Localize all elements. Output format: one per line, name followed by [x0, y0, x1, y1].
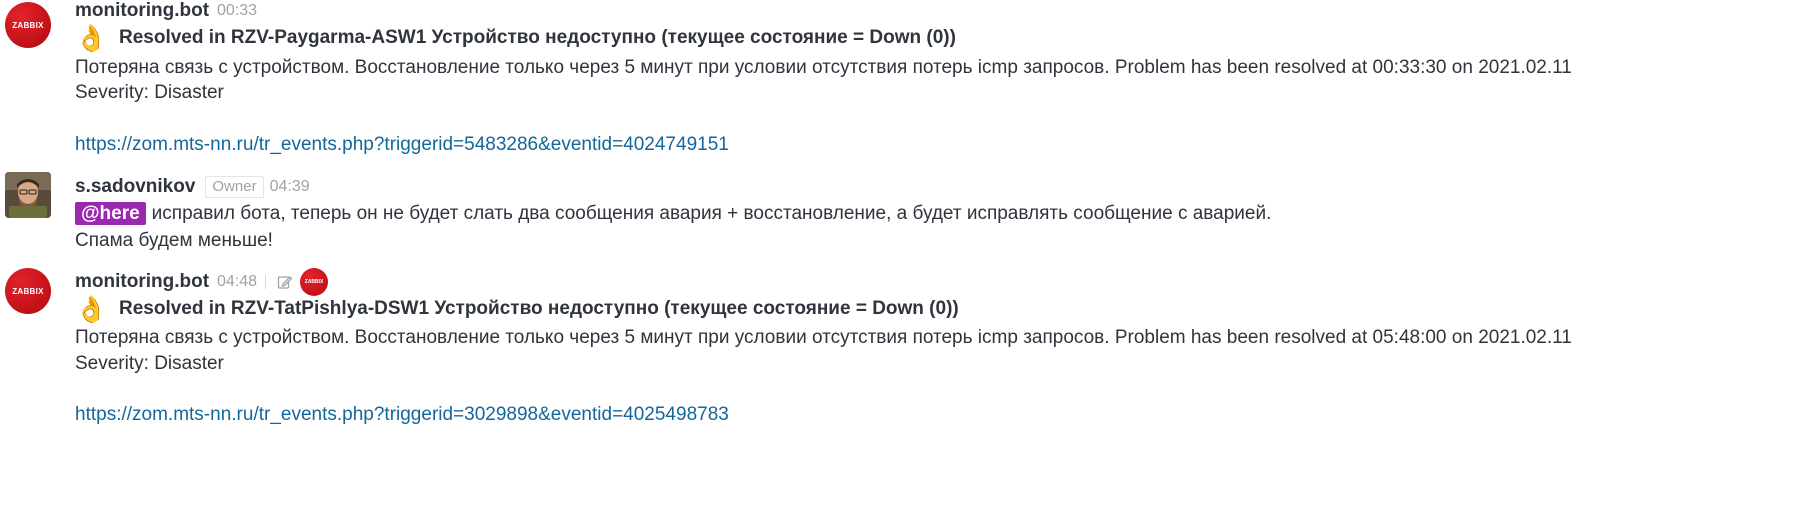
ok-hand-icon: 👌 [75, 23, 108, 53]
message-body: Потеряна связь с устройством. Восстановл… [75, 327, 1572, 348]
timestamp[interactable]: 00:33 [217, 2, 257, 20]
timestamp[interactable]: 04:48 [217, 273, 257, 291]
event-link[interactable]: https://zom.mts-nn.ru/tr_events.php?trig… [75, 403, 729, 427]
avatar-label: ZABBIX [12, 20, 44, 30]
message-text: @here исправил бота, теперь он не будет с… [75, 202, 1271, 226]
username[interactable]: monitoring.bot [75, 0, 209, 22]
ok-hand-icon: 👌 [75, 294, 108, 324]
message-header: monitoring.bot 00:33 [75, 0, 257, 22]
reaction-label: ZABBIX [304, 279, 324, 285]
timestamp[interactable]: 04:39 [270, 178, 310, 196]
message-body: Потеряна связь с устройством. Восстановл… [75, 57, 1572, 78]
zabbix-reaction-badge[interactable]: ZABBIX [300, 268, 329, 296]
message-title: 👌 Resolved in RZV-TatPishlya-DSW1 Устрой… [75, 294, 959, 324]
message-text-2: Спама будем меньше! [75, 230, 273, 251]
severity-text: Severity: Disaster [75, 353, 224, 374]
username[interactable]: s.sadovnikov [75, 176, 195, 198]
user-photo-icon [5, 172, 51, 218]
bot-avatar[interactable]: ZABBIX [5, 268, 51, 314]
title-text: Resolved in RZV-TatPishlya-DSW1 Устройст… [119, 298, 959, 319]
mention-here[interactable]: @here [75, 202, 146, 225]
message-text-content: исправил бота, теперь он не будет слать … [151, 203, 1272, 224]
message-header: monitoring.bot 04:48 ZABBIX [75, 268, 329, 296]
role-badge: Owner [205, 176, 264, 198]
user-avatar[interactable] [5, 172, 51, 218]
message-title: 👌 Resolved in RZV-Paygarma-ASW1 Устройст… [75, 23, 956, 53]
pencil-edit-icon[interactable] [276, 273, 294, 291]
severity-text: Severity: Disaster [75, 82, 224, 103]
avatar-label: ZABBIX [12, 286, 44, 296]
event-link[interactable]: https://zom.mts-nn.ru/tr_events.php?trig… [75, 133, 729, 157]
title-text: Resolved in RZV-Paygarma-ASW1 Устройство… [119, 27, 956, 48]
divider [265, 275, 267, 289]
username[interactable]: monitoring.bot [75, 271, 209, 293]
message-header: s.sadovnikov Owner 04:39 [75, 176, 310, 198]
bot-avatar[interactable]: ZABBIX [5, 2, 51, 48]
